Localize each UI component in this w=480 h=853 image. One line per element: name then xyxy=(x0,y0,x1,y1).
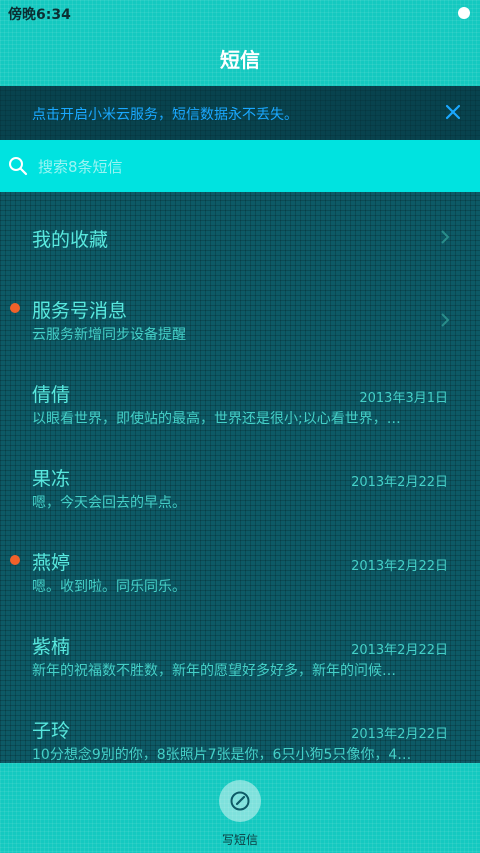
cloud-service-banner[interactable]: 点击开启小米云服务，短信数据永不丢失。 xyxy=(0,86,480,140)
title-bar: 傍晚6:34 短信 xyxy=(0,0,480,86)
list-item-service-messages[interactable]: 服务号消息 云服务新增同步设备提醒 xyxy=(0,278,480,362)
message-date: 2013年3月1日 xyxy=(359,391,448,406)
compose-icon xyxy=(230,791,250,811)
message-preview: 新年的祝福数不胜数，新年的愿望好多好多，新年的问候… xyxy=(32,663,396,679)
conversation-item[interactable]: 倩倩 2013年3月1日 以眼看世界，即使站的最高，世界还是很小;以心看世界，… xyxy=(0,362,480,446)
conversation-item[interactable]: 紫楠 2013年2月22日 新年的祝福数不胜数，新年的愿望好多好多，新年的问候… xyxy=(0,614,480,698)
close-icon[interactable] xyxy=(440,99,466,125)
message-date: 2013年2月22日 xyxy=(351,643,448,658)
contact-name: 倩倩 xyxy=(32,384,71,406)
contact-name: 子玲 xyxy=(32,720,71,742)
compose-button[interactable] xyxy=(219,780,261,822)
contact-name: 紫楠 xyxy=(32,636,71,658)
conversation-item[interactable]: 果冻 2013年2月22日 嗯，今天会回去的早点。 xyxy=(0,446,480,530)
list-item-favorites[interactable]: 我的收藏 xyxy=(0,192,480,278)
message-preview: 嗯。收到啦。同乐同乐。 xyxy=(32,579,186,595)
status-indicator-icon xyxy=(458,7,470,19)
message-date: 2013年2月22日 xyxy=(351,727,448,742)
message-preview: 以眼看世界，即使站的最高，世界还是很小;以心看世界，… xyxy=(32,411,401,427)
bottom-bar: 写短信 xyxy=(0,763,480,853)
message-date: 2013年2月22日 xyxy=(351,475,448,490)
message-preview: 10分想念9別的你，8张照片7张是你，6只小狗5只像你，4… xyxy=(32,747,412,763)
contact-name: 果冻 xyxy=(32,468,71,490)
contact-name: 燕婷 xyxy=(32,552,71,574)
service-preview: 云服务新增同步设备提醒 xyxy=(32,327,186,343)
status-time: 傍晚6:34 xyxy=(8,7,71,23)
message-preview: 嗯，今天会回去的早点。 xyxy=(32,495,186,511)
favorites-label: 我的收藏 xyxy=(32,229,109,251)
chevron-right-icon xyxy=(438,311,452,329)
banner-text[interactable]: 点击开启小米云服务，短信数据永不丢失。 xyxy=(32,104,298,124)
messages-screen: 傍晚6:34 短信 点击开启小米云服务，短信数据永不丢失。 我的收藏 xyxy=(0,0,480,853)
page-title: 短信 xyxy=(220,48,260,72)
search-bar[interactable] xyxy=(0,140,480,192)
unread-dot-icon xyxy=(10,303,20,313)
message-date: 2013年2月22日 xyxy=(351,559,448,574)
search-input[interactable] xyxy=(36,152,460,182)
unread-dot-icon xyxy=(10,555,20,565)
service-name: 服务号消息 xyxy=(32,300,128,322)
compose-label[interactable]: 写短信 xyxy=(0,831,480,848)
search-icon[interactable] xyxy=(8,156,28,176)
chevron-right-icon xyxy=(438,228,452,246)
conversation-item[interactable]: 燕婷 2013年2月22日 嗯。收到啦。同乐同乐。 xyxy=(0,530,480,614)
